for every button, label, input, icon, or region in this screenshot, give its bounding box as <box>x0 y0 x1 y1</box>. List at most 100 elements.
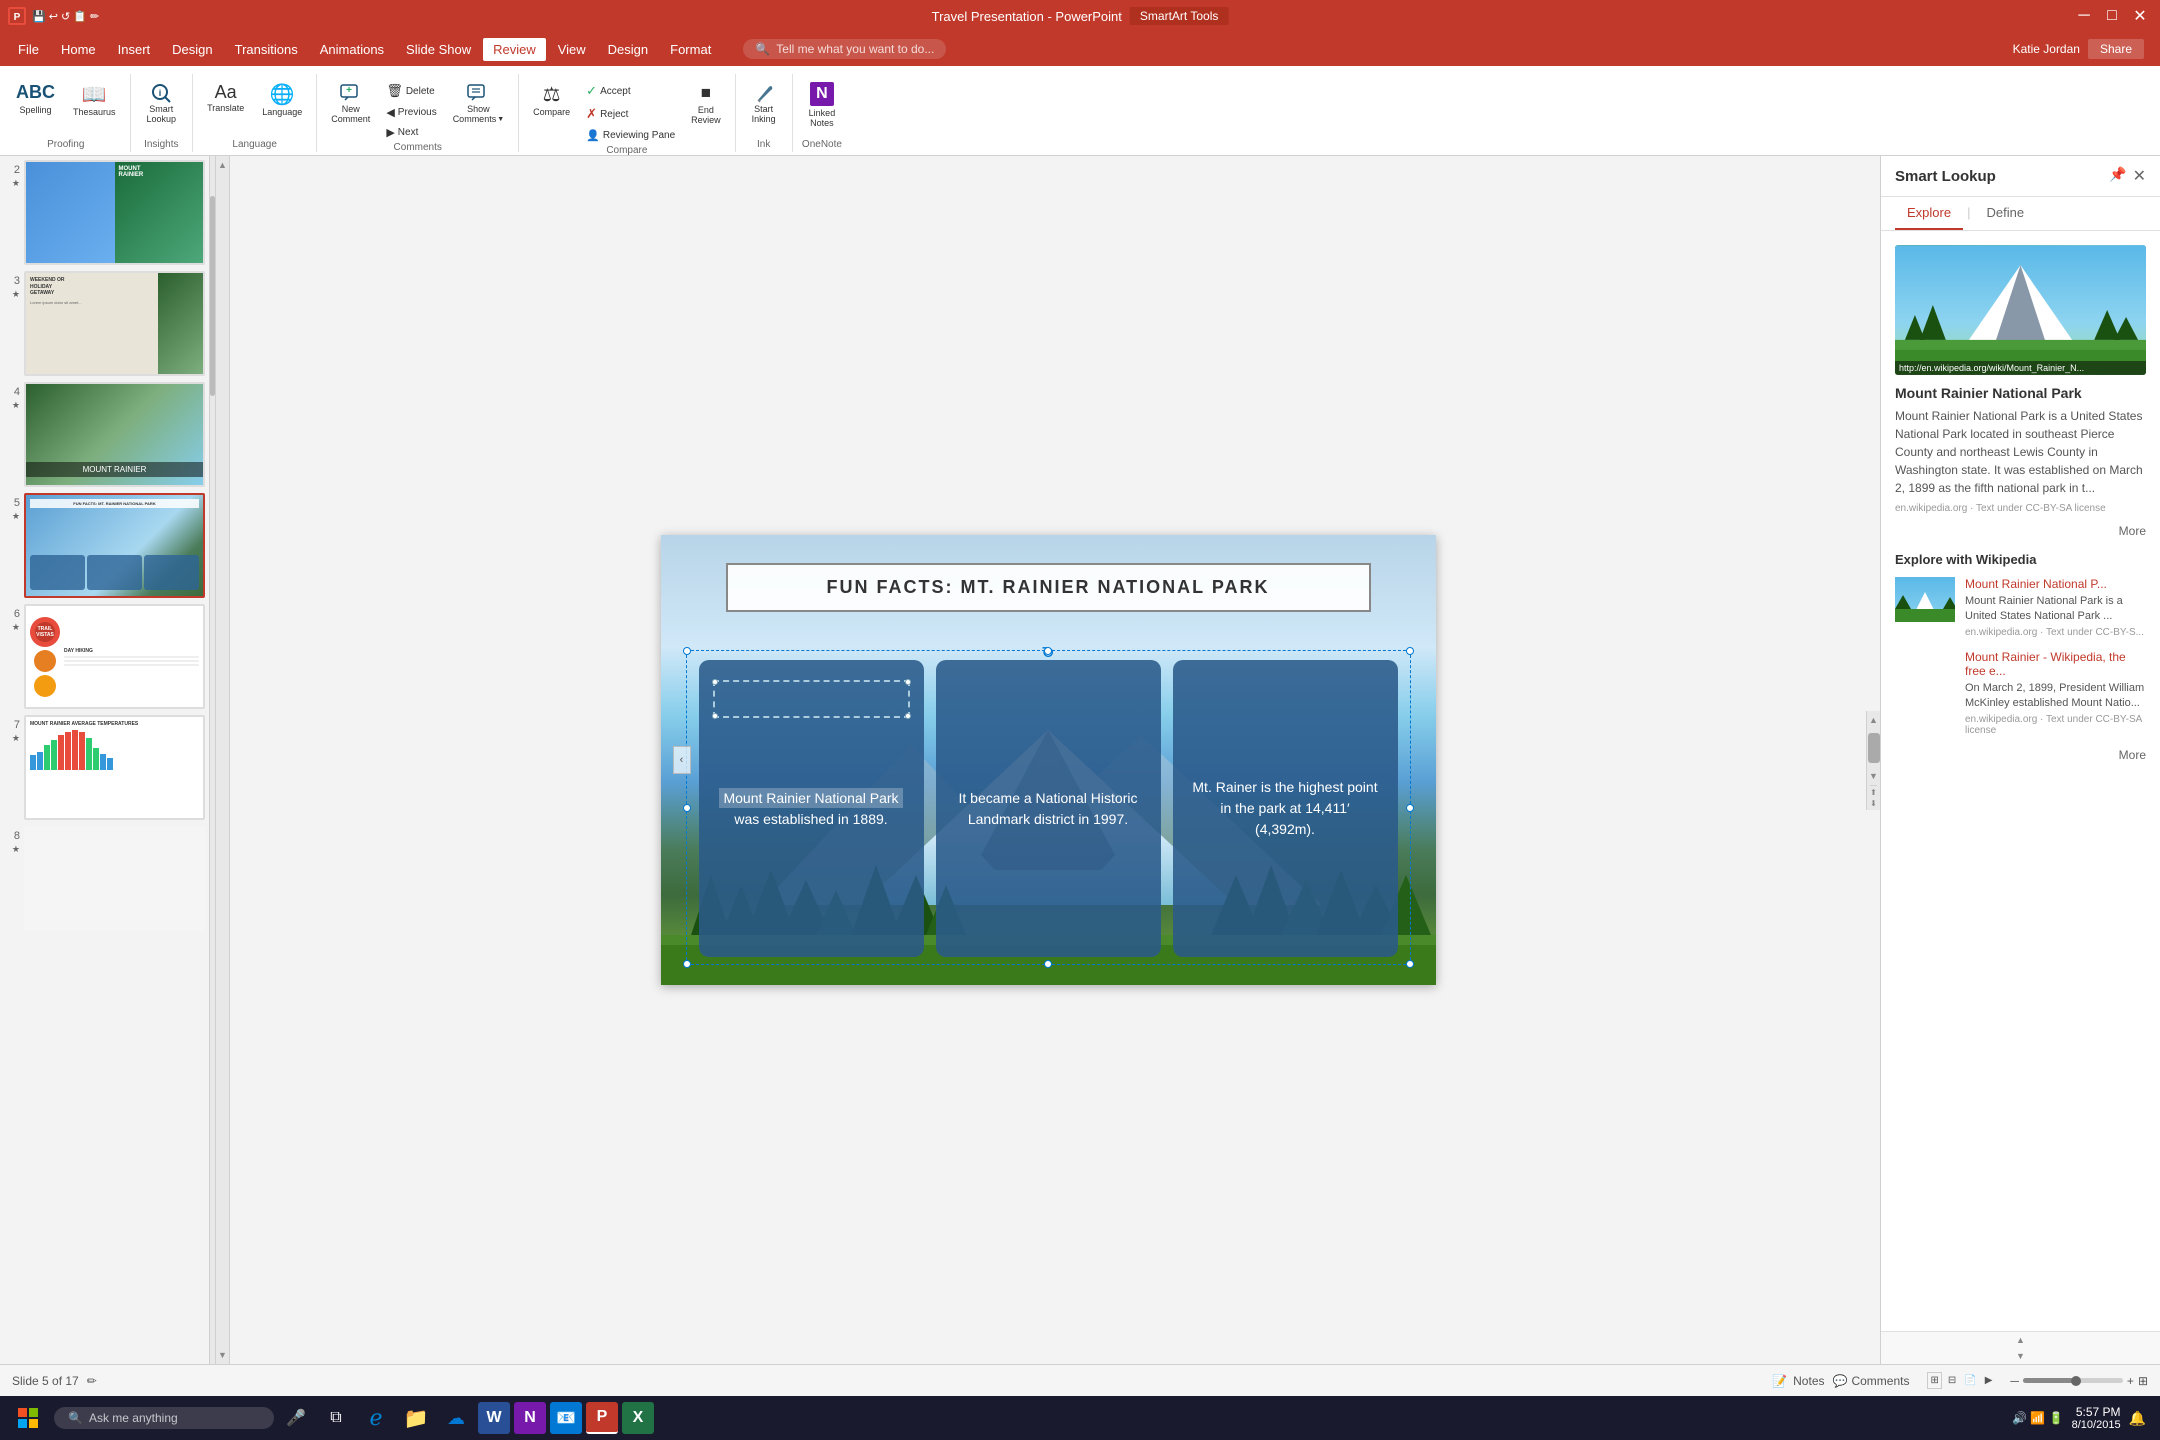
taskbar-excel[interactable]: X <box>622 1402 654 1434</box>
handle-br[interactable] <box>1406 960 1414 968</box>
menu-home[interactable]: Home <box>51 38 106 61</box>
more-link-2[interactable]: More <box>1895 748 2146 762</box>
smartart-nav-left[interactable]: ‹ <box>673 746 691 774</box>
scroll-next-page[interactable]: ⬇ <box>1870 799 1877 808</box>
close-button[interactable]: ✕ <box>2128 4 2152 28</box>
zoom-level[interactable]: ⊞ <box>2138 1374 2148 1388</box>
show-comments-button[interactable]: Show Comments▼ <box>445 78 512 128</box>
notes-label[interactable]: Notes <box>1793 1374 1824 1388</box>
new-comment-button[interactable]: + New Comment <box>323 78 378 128</box>
scroll-up-arrow[interactable]: ▲ <box>218 160 227 170</box>
slide-thumb-6[interactable]: 6 ★ TRAIL VISTAS DAY HIKIN <box>4 604 205 709</box>
taskbar-onedrive[interactable]: ☁ <box>438 1400 474 1436</box>
fact-card-1[interactable]: Mount Rainier National Park was establis… <box>699 660 924 957</box>
scroll-prev-page[interactable]: ⬆ <box>1870 788 1877 797</box>
tell-me-input[interactable]: 🔍 Tell me what you want to do... <box>743 39 946 59</box>
handle-tm[interactable] <box>1044 647 1052 655</box>
menu-view[interactable]: View <box>548 38 596 61</box>
slide-thumb-8[interactable]: 8 ★ <box>4 826 205 931</box>
smart-lookup-close[interactable]: ✕ <box>2133 166 2146 186</box>
reviewing-pane-button[interactable]: 👤 Reviewing Pane <box>580 126 681 145</box>
next-button[interactable]: ▶ Next <box>380 123 442 142</box>
slide-thumb-3[interactable]: 3 ★ WEEKEND ORHOLIDAYGETAWAY Lorem ipsum… <box>4 271 205 376</box>
translate-button[interactable]: Aa Translate <box>199 78 252 117</box>
scroll-down-arrow[interactable]: ▼ <box>218 1350 227 1360</box>
menu-transitions[interactable]: Transitions <box>225 38 308 61</box>
notification-icon[interactable]: 🔔 <box>2129 1410 2146 1427</box>
fact-card-3[interactable]: Mt. Rainer is the highest point in the p… <box>1173 660 1398 957</box>
start-inking-button[interactable]: Start Inking <box>744 78 784 128</box>
reading-view-btn[interactable]: 📄 <box>1962 1373 1978 1388</box>
taskbar-onenote[interactable]: N <box>514 1402 546 1434</box>
thumb-4-label: MOUNT RAINIER <box>26 462 203 477</box>
sl-scroll-down[interactable]: ▼ <box>2013 1348 2028 1364</box>
tab-define[interactable]: Define <box>1974 197 2036 230</box>
slide-thumb-7[interactable]: 7 ★ MOUNT RAINIER AVERAGE TEMPERATURES <box>4 715 205 820</box>
comments-label[interactable]: Comments <box>1851 1374 1909 1388</box>
tell-me-text: Tell me what you want to do... <box>776 42 934 56</box>
handle-tl[interactable] <box>683 647 691 655</box>
language-button[interactable]: 🌐 Language <box>254 78 310 121</box>
cortana-mic[interactable]: 🎤 <box>278 1400 314 1436</box>
slide-thumb-2[interactable]: 2 ★ MOUNTRAINIER <box>4 160 205 265</box>
menu-design[interactable]: Design <box>162 38 222 61</box>
zoom-slider[interactable] <box>2023 1378 2123 1383</box>
reject-button[interactable]: ✗ Reject <box>580 103 681 125</box>
zoom-slider-thumb[interactable] <box>2071 1376 2081 1386</box>
smart-lookup-title: Smart Lookup <box>1895 168 1996 185</box>
delete-button[interactable]: 🗑 Delete <box>380 80 442 102</box>
zoom-in-btn[interactable]: + <box>2127 1374 2134 1388</box>
taskbar-outlook[interactable]: 📧 <box>550 1402 582 1434</box>
minimize-button[interactable]: ─ <box>2072 4 2096 28</box>
taskbar-word[interactable]: W <box>478 1402 510 1434</box>
menu-slideshow[interactable]: Slide Show <box>396 38 481 61</box>
vscroll-down[interactable]: ▼ <box>1869 771 1878 781</box>
start-button[interactable] <box>6 1400 50 1436</box>
previous-button[interactable]: ◀ Previous <box>380 103 442 122</box>
task-view-button[interactable]: ⧉ <box>318 1400 354 1436</box>
more-link-1[interactable]: More <box>1895 524 2146 538</box>
vscroll-up[interactable]: ▲ <box>1869 715 1878 725</box>
handle-ml[interactable] <box>683 804 691 812</box>
handle-bm[interactable] <box>1044 960 1052 968</box>
slide-thumb-5[interactable]: 5 ★ FUN FACTS: MT. RAINIER NATIONAL PARK <box>4 493 205 598</box>
handle-mr[interactable] <box>1406 804 1414 812</box>
taskbar-search[interactable]: 🔍 Ask me anything <box>54 1407 274 1429</box>
end-review-button[interactable]: ⏹ End Review <box>683 78 729 129</box>
thesaurus-button[interactable]: 📖 Thesaurus <box>65 78 124 121</box>
handle-bl[interactable] <box>683 960 691 968</box>
normal-view-btn[interactable]: ⊞ <box>1927 1372 1941 1389</box>
maximize-button[interactable]: □ <box>2100 4 2124 28</box>
zoom-out-btn[interactable]: ─ <box>2010 1374 2019 1388</box>
share-button[interactable]: Share <box>2088 39 2144 59</box>
wiki-result-1-title[interactable]: Mount Rainier National P... <box>1965 577 2146 591</box>
menu-file[interactable]: File <box>8 38 49 61</box>
slide-thumb-4[interactable]: 4 ★ MOUNT RAINIER <box>4 382 205 487</box>
taskbar-edge[interactable]: ℯ <box>358 1400 394 1436</box>
slideshow-btn[interactable]: ▶ <box>1983 1373 1995 1388</box>
menu-review[interactable]: Review <box>483 38 546 61</box>
taskbar-explorer[interactable]: 📁 <box>398 1400 434 1436</box>
main-vscroll-left[interactable]: ▲ ▼ <box>216 156 230 1364</box>
smart-lookup-scroll-controls: ▲ ▼ <box>1881 1331 2160 1364</box>
menu-insert[interactable]: Insert <box>108 38 161 61</box>
smart-lookup-button[interactable]: i Smart Lookup <box>139 78 185 128</box>
smart-lookup-pin[interactable]: 📌 <box>2109 166 2126 186</box>
slide-sorter-btn[interactable]: ⊟ <box>1946 1373 1958 1388</box>
menu-design2[interactable]: Design <box>598 38 658 61</box>
notes-edit-icon[interactable]: ✏ <box>87 1374 97 1388</box>
accept-button[interactable]: ✓ Accept <box>580 80 681 102</box>
tab-explore[interactable]: Explore <box>1895 197 1963 230</box>
spelling-button[interactable]: ABC Spelling <box>8 78 63 119</box>
main-vscroll-right[interactable]: ▲ ▼ ⬆ ⬇ <box>1866 711 1880 810</box>
sl-scroll-up[interactable]: ▲ <box>2013 1332 2028 1348</box>
compare-button[interactable]: ⚖ Compare <box>525 78 578 121</box>
menu-animations[interactable]: Animations <box>310 38 394 61</box>
taskbar-powerpoint[interactable]: P <box>586 1402 618 1434</box>
linked-notes-button[interactable]: N Linked Notes <box>801 78 844 132</box>
fact-card-2[interactable]: It became a National Historic Landmark d… <box>936 660 1161 957</box>
menu-format[interactable]: Format <box>660 38 721 61</box>
wiki-result-2-title[interactable]: Mount Rainier - Wikipedia, the free e... <box>1965 650 2146 678</box>
main-slide[interactable]: FUN FACTS: MT. RAINIER NATIONAL PARK ↻ <box>661 535 1436 985</box>
handle-tr[interactable] <box>1406 647 1414 655</box>
